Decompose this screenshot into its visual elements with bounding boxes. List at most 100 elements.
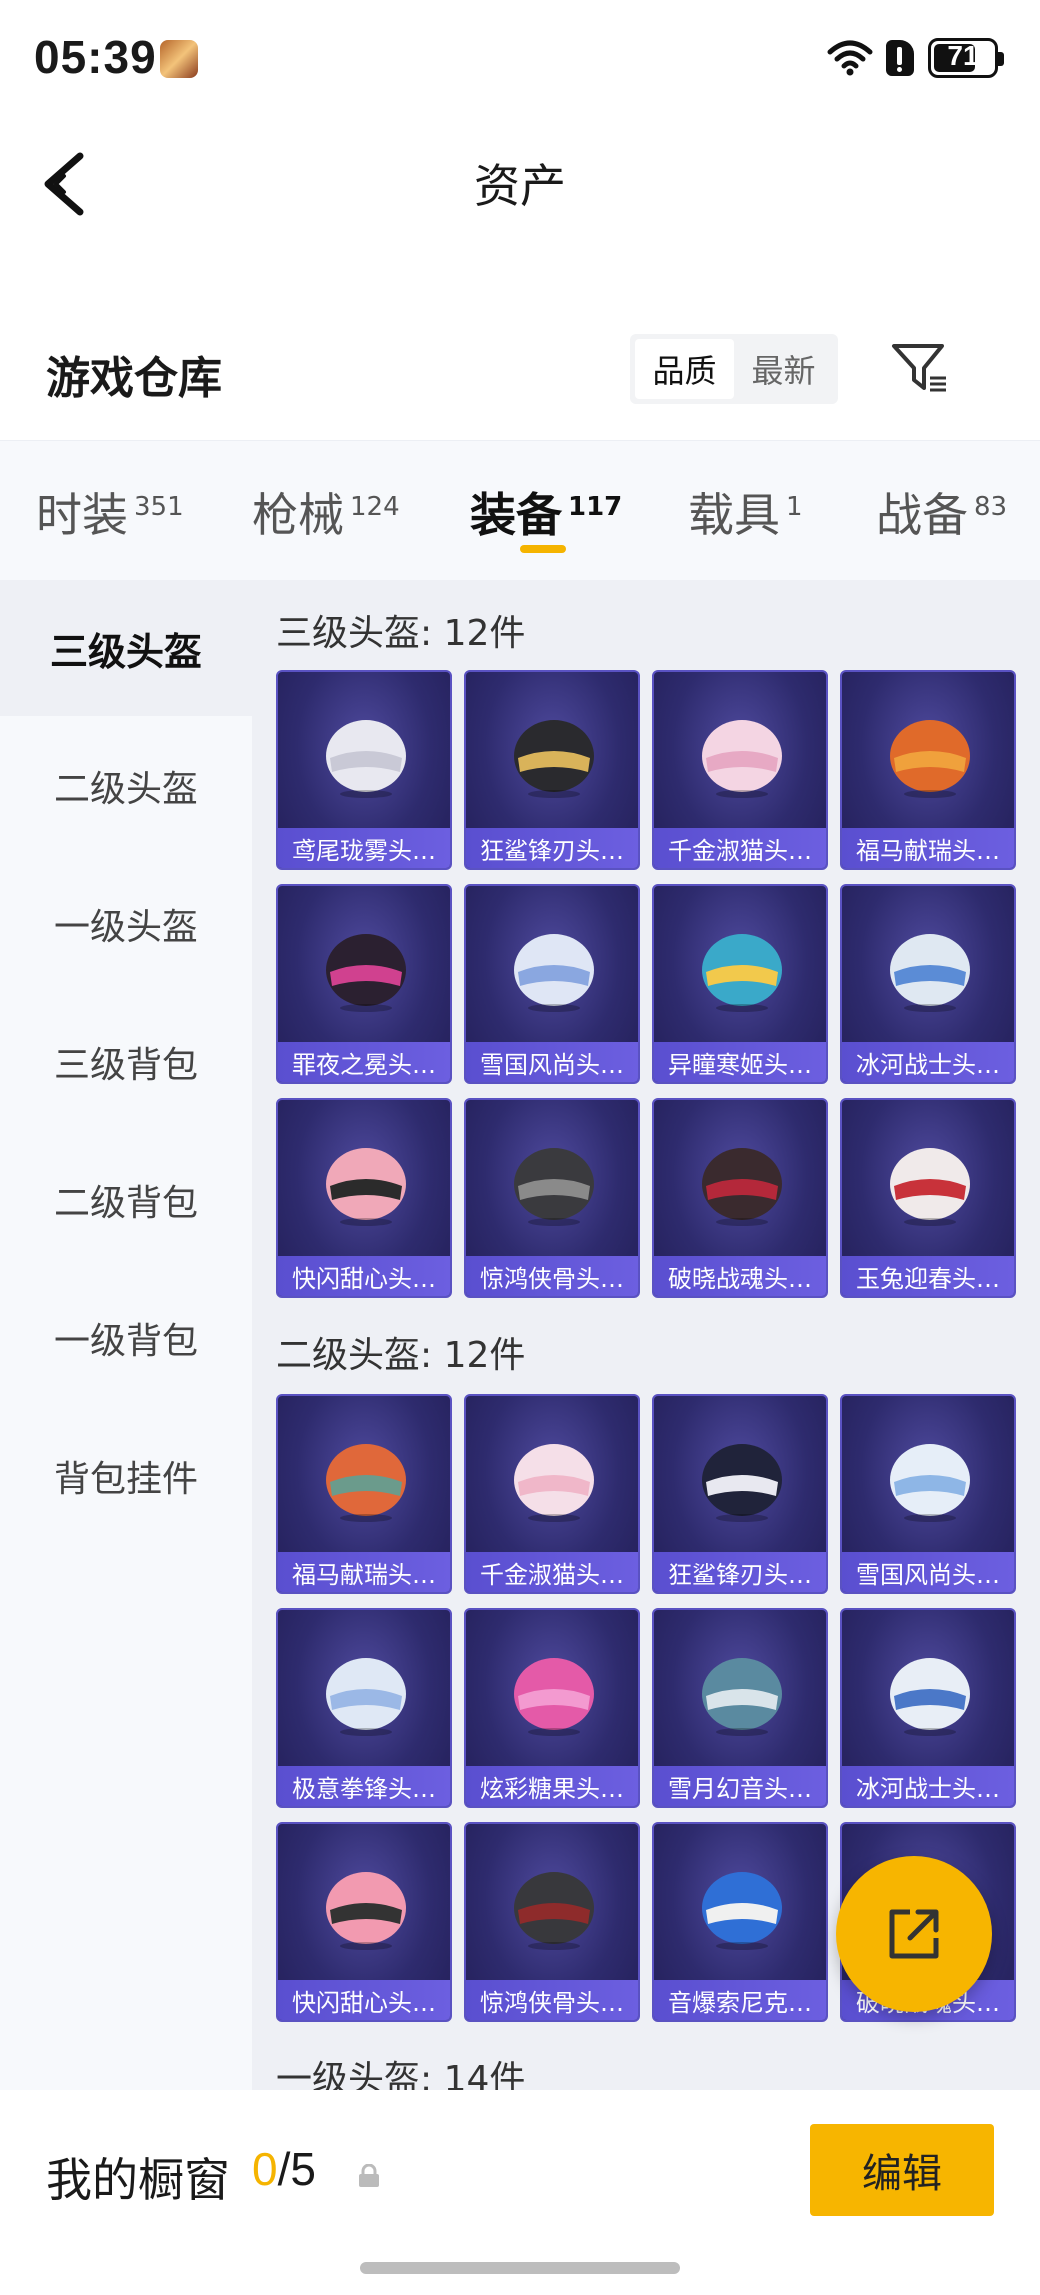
battery-icon: 71 xyxy=(928,38,998,78)
item-name: 雪国风尚头… xyxy=(466,1042,638,1082)
item-card[interactable]: 雪国风尚头… xyxy=(464,884,640,1084)
tab-weapons[interactable]: 枪械 124 xyxy=(252,479,400,545)
item-name: 千金淑猫头… xyxy=(466,1552,638,1592)
side-nav: 三级头盔 二级头盔 一级头盔 三级背包 二级背包 一级背包 背包挂件 xyxy=(0,580,252,2090)
item-name: 雪国风尚头… xyxy=(842,1552,1014,1592)
side-nav-item[interactable]: 三级背包 xyxy=(0,994,252,1130)
item-card[interactable]: 冰河战士头… xyxy=(840,1608,1016,1808)
item-card[interactable]: 罪夜之冕头… xyxy=(276,884,452,1084)
sort-toggle: 品质 最新 xyxy=(630,334,838,404)
tab-count: 1 xyxy=(786,492,803,522)
group-title: 二级头盔: 12件 xyxy=(276,1335,526,1376)
item-card[interactable]: 快闪甜心头… xyxy=(276,1822,452,2022)
item-name: 异瞳寒姬头… xyxy=(654,1042,826,1082)
item-name: 破晓战魂头… xyxy=(654,1256,826,1296)
tab-supplies[interactable]: 战备 83 xyxy=(876,479,1007,545)
side-nav-item[interactable]: 一级背包 xyxy=(0,1270,252,1406)
tab-count: 83 xyxy=(974,492,1008,522)
item-name: 狂鲨锋刃头… xyxy=(654,1552,826,1592)
item-card[interactable]: 炫彩糖果头… xyxy=(464,1608,640,1808)
tab-equipment[interactable]: 装备 117 xyxy=(470,479,622,545)
helmet-icon xyxy=(890,934,970,1012)
share-button[interactable] xyxy=(836,1856,992,2012)
sort-quality-option[interactable]: 品质 xyxy=(635,339,734,399)
item-card[interactable]: 极意拳锋头… xyxy=(276,1608,452,1808)
item-card[interactable]: 惊鸿侠骨头… xyxy=(464,1822,640,2022)
side-nav-item[interactable]: 二级头盔 xyxy=(0,718,252,854)
item-card[interactable]: 千金淑猫头… xyxy=(652,670,828,870)
tab-label: 枪械 xyxy=(252,488,344,542)
edit-button[interactable]: 编辑 xyxy=(810,2124,994,2216)
side-nav-item[interactable]: 一级头盔 xyxy=(0,856,252,992)
item-name: 罪夜之冕头… xyxy=(278,1042,450,1082)
tab-vehicles[interactable]: 载具 1 xyxy=(688,479,803,545)
item-name: 冰河战士头… xyxy=(842,1766,1014,1806)
home-indicator[interactable] xyxy=(360,2262,680,2274)
item-card[interactable]: 福马献瑞头… xyxy=(840,670,1016,870)
item-name: 福马献瑞头… xyxy=(278,1552,450,1592)
filter-icon[interactable] xyxy=(890,340,950,396)
section-title: 游戏仓库 xyxy=(46,353,222,404)
item-name: 快闪甜心头… xyxy=(278,1980,450,2020)
item-card[interactable]: 异瞳寒姬头… xyxy=(652,884,828,1084)
group-title: 三级头盔: 12件 xyxy=(276,613,526,654)
tab-fashion[interactable]: 时装 351 xyxy=(36,479,184,545)
item-card[interactable]: 狂鲨锋刃头… xyxy=(652,1394,828,1594)
side-nav-item[interactable]: 背包挂件 xyxy=(0,1408,252,1544)
tab-count: 117 xyxy=(568,492,623,522)
status-bar: 05:39 71 xyxy=(0,0,1040,118)
page-title: 资产 xyxy=(474,159,566,213)
game-app-icon xyxy=(160,40,198,78)
helmet-icon xyxy=(514,1872,594,1950)
battery-tip xyxy=(998,52,1004,66)
item-name: 雪月幻音头… xyxy=(654,1766,826,1806)
item-card[interactable]: 千金淑猫头… xyxy=(464,1394,640,1594)
item-name: 鸢尾珑雾头… xyxy=(278,828,450,868)
helmet-icon xyxy=(514,1658,594,1736)
side-nav-item[interactable]: 三级头盔 xyxy=(0,580,252,716)
active-tab-indicator xyxy=(520,545,566,553)
sort-latest-option[interactable]: 最新 xyxy=(734,339,833,399)
item-name: 福马献瑞头… xyxy=(842,828,1014,868)
helmet-icon xyxy=(326,1658,406,1736)
helmet-icon xyxy=(890,720,970,798)
helmet-icon xyxy=(702,934,782,1012)
alert-icon xyxy=(886,40,914,76)
helmet-icon xyxy=(514,720,594,798)
item-card[interactable]: 冰河战士头… xyxy=(840,884,1016,1084)
item-card[interactable]: 玉兔迎春头… xyxy=(840,1098,1016,1298)
helmet-icon xyxy=(514,1444,594,1522)
side-nav-item[interactable]: 二级背包 xyxy=(0,1132,252,1268)
lock-icon xyxy=(359,2164,379,2187)
helmet-icon xyxy=(326,1444,406,1522)
helmet-icon xyxy=(890,1658,970,1736)
helmet-icon xyxy=(702,720,782,798)
status-time: 05:39 xyxy=(34,31,157,83)
item-card[interactable]: 鸢尾珑雾头… xyxy=(276,670,452,870)
helmet-icon xyxy=(514,1148,594,1226)
tab-label: 战备 xyxy=(876,488,968,542)
item-name: 惊鸿侠骨头… xyxy=(466,1980,638,2020)
tab-label: 时装 xyxy=(36,488,128,542)
helmet-icon xyxy=(890,1444,970,1522)
item-card[interactable]: 福马献瑞头… xyxy=(276,1394,452,1594)
tab-label: 载具 xyxy=(688,488,780,542)
tab-label: 装备 xyxy=(470,488,562,542)
category-tabs: 时装 351 枪械 124 装备 117 载具 1 战备 83 xyxy=(0,440,1040,580)
share-icon xyxy=(889,1909,939,1959)
tab-count: 351 xyxy=(134,492,184,522)
helmet-icon xyxy=(326,934,406,1012)
item-name: 狂鲨锋刃头… xyxy=(466,828,638,868)
item-card[interactable]: 惊鸿侠骨头… xyxy=(464,1098,640,1298)
item-card[interactable]: 雪月幻音头… xyxy=(652,1608,828,1808)
helmet-icon xyxy=(702,1444,782,1522)
item-card[interactable]: 破晓战魂头… xyxy=(652,1098,828,1298)
item-name: 惊鸿侠骨头… xyxy=(466,1256,638,1296)
item-card[interactable]: 音爆索尼克… xyxy=(652,1822,828,2022)
item-card[interactable]: 雪国风尚头… xyxy=(840,1394,1016,1594)
wifi-icon xyxy=(827,40,873,76)
item-card[interactable]: 快闪甜心头… xyxy=(276,1098,452,1298)
helmet-icon xyxy=(702,1872,782,1950)
battery-level: 71 xyxy=(947,40,979,71)
item-card[interactable]: 狂鲨锋刃头… xyxy=(464,670,640,870)
